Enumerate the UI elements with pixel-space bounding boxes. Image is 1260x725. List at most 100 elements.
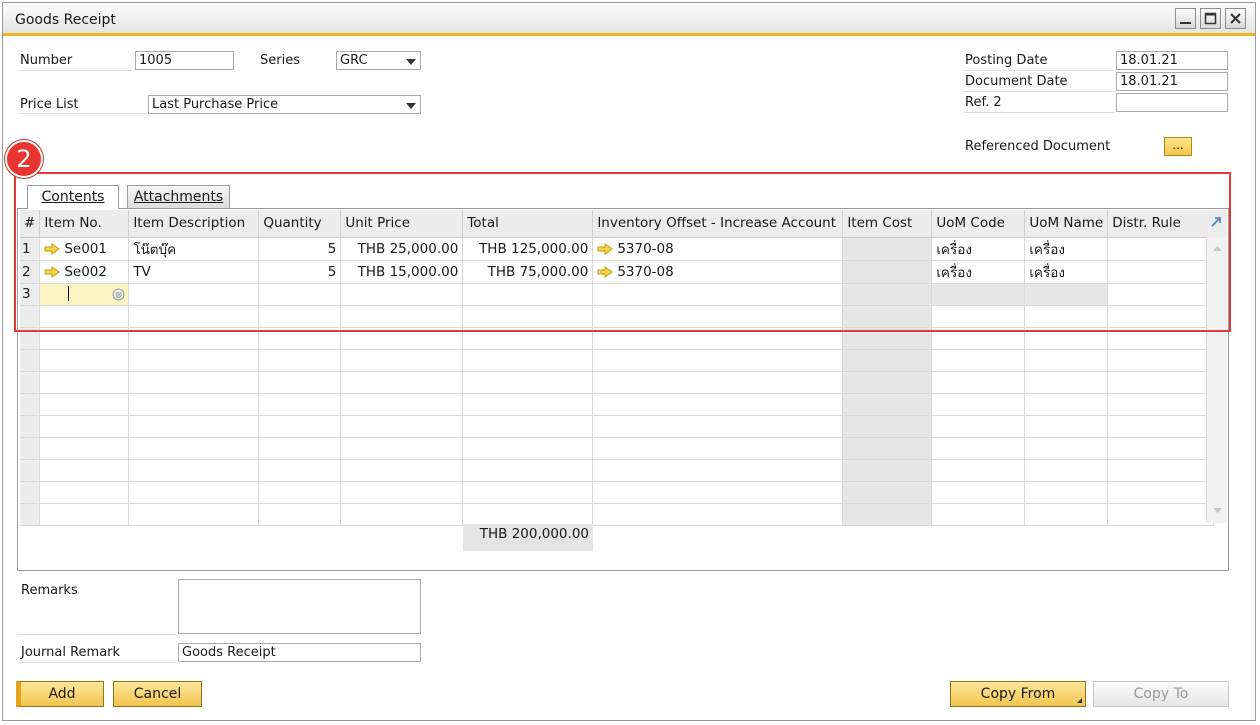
grid-vertical-scrollbar[interactable] — [1206, 237, 1227, 523]
account-cell[interactable]: 5370-08 — [592, 237, 844, 261]
posting-date-field[interactable]: 18.01.21 — [1116, 51, 1228, 70]
unit-price-cell[interactable] — [340, 283, 464, 306]
row-number: 3 — [20, 283, 41, 306]
col-header-item-no[interactable]: Item No. — [39, 210, 130, 238]
account-cell[interactable]: 5370-08 — [592, 260, 844, 284]
unit-price-cell[interactable]: THB 25,000.00 — [340, 237, 464, 261]
series-dropdown[interactable]: GRC — [336, 51, 421, 70]
total-cell[interactable]: THB 125,000.00 — [462, 237, 594, 261]
document-date-label: Document Date — [965, 74, 1068, 89]
empty-row — [20, 327, 1215, 350]
label-underline — [19, 662, 176, 663]
quantity-cell[interactable]: 5 — [258, 260, 342, 284]
item-cost-cell — [842, 237, 933, 261]
ref2-field[interactable] — [1116, 93, 1228, 112]
row-number: 2 — [20, 260, 41, 284]
uom-name-cell[interactable]: เครื่อง — [1024, 237, 1109, 261]
tab-attachments-label: Attachments — [133, 189, 224, 205]
grid-settings-corner[interactable] — [1206, 210, 1227, 237]
item-no-cell[interactable]: Se002 — [39, 260, 130, 284]
label-underline — [963, 112, 1114, 113]
table-row[interactable]: 2 Se002 TV 5 THB 15,000.00 THB 75,000.00… — [20, 260, 1215, 284]
minimize-button[interactable] — [1175, 8, 1196, 29]
col-header-number[interactable]: # — [20, 210, 41, 238]
quantity-cell[interactable] — [258, 283, 342, 306]
empty-row — [20, 393, 1215, 416]
journal-remark-label: Journal Remark — [21, 645, 121, 660]
scroll-down-icon[interactable] — [1213, 508, 1222, 513]
price-list-label: Price List — [20, 97, 79, 112]
item-no-value: Se001 — [64, 240, 107, 257]
total-cell[interactable]: THB 75,000.00 — [462, 260, 594, 284]
col-header-item-description[interactable]: Item Description — [128, 210, 260, 238]
expand-arrow-icon[interactable] — [1206, 210, 1227, 237]
link-arrow-icon[interactable] — [597, 265, 614, 278]
tab-attachments[interactable]: Attachments — [127, 185, 230, 209]
distr-rule-cell[interactable] — [1107, 237, 1215, 261]
label-underline — [18, 70, 133, 71]
col-header-total[interactable]: Total — [462, 210, 594, 238]
link-arrow-icon[interactable] — [597, 242, 614, 255]
unit-price-cell[interactable]: THB 15,000.00 — [340, 260, 464, 284]
empty-row — [20, 437, 1215, 460]
chevron-down-icon — [406, 59, 416, 65]
grid-total-sum: THB 200,000.00 — [463, 524, 593, 551]
journal-remark-field[interactable]: Goods Receipt — [178, 643, 421, 662]
add-button[interactable]: Add — [16, 681, 104, 707]
copy-to-button: Copy To — [1093, 681, 1229, 707]
chevron-down-icon — [406, 103, 416, 109]
ref2-label: Ref. 2 — [965, 95, 1002, 110]
item-no-input-cell[interactable] — [39, 283, 130, 306]
item-description-cell[interactable]: โน๊ตบุ๊ค — [128, 237, 260, 261]
number-field[interactable]: 1005 — [135, 51, 234, 70]
total-cell[interactable] — [462, 283, 594, 306]
window-title: Goods Receipt — [15, 12, 116, 28]
cancel-button[interactable]: Cancel — [113, 681, 202, 707]
title-bar[interactable]: Goods Receipt — [3, 3, 1255, 36]
uom-code-cell[interactable]: เครื่อง — [931, 260, 1026, 284]
choose-from-list-icon[interactable] — [112, 288, 125, 301]
col-header-uom-name[interactable]: UoM Name — [1024, 210, 1109, 238]
price-list-dropdown[interactable]: Last Purchase Price — [148, 95, 421, 114]
scroll-up-icon[interactable] — [1213, 246, 1222, 251]
col-header-inventory-offset-account[interactable]: Inventory Offset - Increase Account — [592, 210, 844, 238]
item-description-cell[interactable] — [128, 283, 260, 306]
col-header-distr-rule[interactable]: Distr. Rule — [1107, 210, 1215, 238]
document-date-field[interactable]: 18.01.21 — [1116, 72, 1228, 91]
account-cell[interactable] — [592, 283, 844, 306]
maximize-icon — [1204, 12, 1217, 25]
empty-row — [20, 459, 1215, 482]
col-header-unit-price[interactable]: Unit Price — [340, 210, 464, 238]
distr-rule-cell[interactable] — [1107, 283, 1215, 306]
minimize-icon — [1180, 22, 1191, 24]
link-arrow-icon[interactable] — [44, 265, 61, 278]
close-icon — [1230, 13, 1241, 24]
close-button[interactable] — [1225, 8, 1246, 29]
posting-date-label: Posting Date — [965, 53, 1048, 68]
tab-contents[interactable]: Contents — [27, 185, 119, 209]
col-header-item-cost[interactable]: Item Cost — [842, 210, 933, 238]
maximize-button[interactable] — [1200, 8, 1221, 29]
scrollbar-arrows — [1213, 246, 1222, 513]
table-row[interactable]: 1 Se001 โน๊ตบุ๊ค 5 THB 25,000.00 THB 125… — [20, 237, 1215, 261]
copy-from-button[interactable]: Copy From — [950, 681, 1086, 707]
item-no-cell[interactable]: Se001 — [39, 237, 130, 261]
series-value: GRC — [340, 53, 368, 68]
link-arrow-icon[interactable] — [44, 242, 61, 255]
text-caret — [68, 286, 70, 301]
item-description-cell[interactable]: TV — [128, 260, 260, 284]
number-label: Number — [20, 53, 73, 68]
label-underline — [19, 634, 176, 635]
quantity-cell[interactable]: 5 — [258, 237, 342, 261]
uom-name-cell[interactable]: เครื่อง — [1024, 260, 1109, 284]
empty-row — [20, 349, 1215, 372]
uom-code-cell[interactable]: เครื่อง — [931, 237, 1026, 261]
distr-rule-cell[interactable] — [1107, 260, 1215, 284]
dropdown-corner-icon — [1077, 698, 1082, 703]
col-header-quantity[interactable]: Quantity — [258, 210, 342, 238]
remarks-textarea[interactable] — [178, 579, 421, 634]
col-header-uom-code[interactable]: UoM Code — [931, 210, 1026, 238]
table-row[interactable]: 3 — [20, 283, 1215, 306]
referenced-document-button[interactable]: ... — [1164, 137, 1192, 156]
row-number: 1 — [20, 237, 41, 261]
